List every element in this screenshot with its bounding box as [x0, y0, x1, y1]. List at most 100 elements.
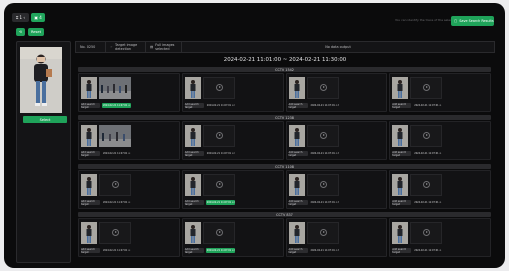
timestamp-badge: 2024-02-21 11:07:01 ⊙ 82%	[103, 152, 131, 155]
play-icon[interactable]	[112, 181, 119, 188]
section-title: CCTV 1238	[78, 115, 491, 120]
timestamp-badge: 2024-02-21 11:07:01 ⊙ 82%	[414, 249, 442, 252]
section-title: CCTV 837	[78, 212, 491, 217]
add-search-target-button[interactable]: Add search target	[184, 200, 204, 206]
play-icon[interactable]	[215, 132, 223, 139]
card-row: Add search target 2024-02-21 11:07:01 ⊙ …	[78, 121, 491, 160]
timestamp-badge: 2024-02-21 11:07:01 ⊙ 82%	[205, 248, 235, 253]
play-icon[interactable]	[319, 132, 327, 139]
view-mode-button[interactable]: ▣ 4	[31, 12, 45, 22]
grid-toggle-button[interactable]: ⌗ 1 ‹	[12, 12, 29, 22]
timestamp-badge: 2024-02-21 11:07:01 ⊙ 82%	[205, 200, 235, 205]
filter-status: No data output	[325, 45, 351, 49]
save-icon: ▢	[454, 19, 458, 23]
select-target-button[interactable]: Select	[23, 116, 67, 123]
timestamp-badge: 2024-02-21 11:07:01 ⊙ 82%	[414, 152, 442, 155]
add-search-target-button[interactable]: Add search target	[392, 248, 412, 254]
result-card[interactable]: Add search target 2024-02-21 11:07:01 ⊙ …	[181, 218, 284, 257]
add-search-target-button[interactable]: Add search target	[81, 151, 100, 157]
person-crop	[288, 222, 305, 244]
add-search-target-button[interactable]: Add search target	[392, 103, 412, 109]
sub-toolbar: ⟲ Reset	[16, 28, 44, 36]
reset-button[interactable]: Reset	[28, 28, 44, 36]
timestamp-badge: 2024-02-21 11:07:01 ⊙ 82%	[310, 201, 339, 204]
result-card[interactable]: Add search target 2024-02-21 11:07:01 ⊙ …	[285, 121, 388, 160]
person-crop	[288, 77, 305, 99]
refresh-button[interactable]: ⟲	[16, 28, 25, 36]
filter-target-image[interactable]: ☞ Target image detection	[106, 42, 146, 52]
add-search-target-button[interactable]: Add search target	[392, 200, 412, 206]
person-crop	[392, 77, 409, 99]
save-search-results-label: Save Search Results	[459, 19, 494, 23]
add-search-target-button[interactable]: Add search target	[81, 103, 100, 109]
add-search-target-button[interactable]: Add search target	[184, 151, 204, 157]
result-count: No. 0250	[76, 42, 106, 52]
result-card[interactable]: Add search target 2024-02-21 11:07:01 ⊙ …	[78, 218, 180, 257]
person-crop	[184, 125, 201, 147]
result-card[interactable]: Add search target 2024-02-21 11:07:01 ⊙ …	[181, 121, 284, 160]
section-title: CCTV 1542	[78, 67, 491, 72]
filter-full-images[interactable]: ▤ Full images selected	[146, 42, 182, 52]
result-card[interactable]: Add search target 2024-02-21 11:07:01 ⊙ …	[285, 73, 388, 112]
person-crop	[392, 174, 409, 196]
result-card[interactable]: Add search target 2024-02-21 11:07:01 ⊙ …	[285, 218, 388, 257]
result-card[interactable]: Add search target 2024-02-21 11:07:01 ⊙ …	[285, 170, 388, 209]
result-card[interactable]: Add search target 2024-02-21 11:07:01 ⊙ …	[389, 218, 491, 257]
add-search-target-button[interactable]: Add search target	[81, 248, 100, 254]
person-crop	[392, 222, 409, 244]
person-crop	[184, 222, 201, 244]
add-search-target-button[interactable]: Add search target	[288, 200, 308, 206]
result-card[interactable]: Add search target 2024-02-21 11:07:01 ⊙ …	[181, 73, 284, 112]
filter-bar: No. 0250 ☞ Target image detection ▤ Full…	[75, 41, 495, 53]
timestamp-badge: 2024-02-21 11:07:01 ⊙ 82%	[103, 201, 131, 204]
app-window: ⌗ 1 ‹ ▣ 4 You can identify the trace of …	[4, 3, 505, 268]
add-search-target-button[interactable]: Add search target	[288, 151, 308, 157]
timestamp-badge: 2024-02-21 11:07:01 ⊙ 82%	[414, 201, 442, 204]
hand-icon: ☞	[110, 45, 114, 49]
person-crop	[288, 125, 305, 147]
result-card[interactable]: Add search target 2024-02-21 11:07:01 ⊙ …	[389, 73, 491, 112]
add-search-target-button[interactable]: Add search target	[392, 151, 412, 157]
timestamp-badge: 2024-02-21 11:07:01 ⊙ 82%	[102, 103, 131, 108]
play-icon[interactable]	[319, 84, 327, 91]
scene-image	[99, 77, 131, 99]
person-crop	[81, 222, 97, 244]
add-search-target-button[interactable]: Add search target	[288, 103, 308, 109]
person-crop	[81, 125, 97, 147]
result-card[interactable]: Add search target 2024-02-21 11:07:01 ⊙ …	[78, 170, 180, 209]
play-icon[interactable]	[319, 229, 327, 236]
person-crop	[392, 125, 409, 147]
result-card[interactable]: Add search target 2024-02-21 11:07:01 ⊙ …	[389, 121, 491, 160]
add-search-target-button[interactable]: Add search target	[81, 200, 100, 206]
play-icon[interactable]	[215, 181, 223, 188]
result-card[interactable]: Add search target 2024-02-21 11:07:01 ⊙ …	[78, 121, 180, 160]
filter-full-images-label: Full images selected	[155, 43, 175, 51]
save-search-results-button[interactable]: ▢ Save Search Results	[451, 16, 494, 26]
timestamp-badge: 2024-02-21 11:07:01 ⊙ 82%	[310, 152, 339, 155]
scene-image	[99, 125, 131, 147]
person-crop	[184, 174, 201, 196]
play-icon[interactable]	[112, 229, 119, 236]
card-row: Add search target 2024-02-21 11:07:01 ⊙ …	[78, 73, 491, 112]
person-crop	[184, 77, 201, 99]
add-search-target-button[interactable]: Add search target	[288, 248, 308, 254]
result-card[interactable]: Add search target 2024-02-21 11:07:01 ⊙ …	[181, 170, 284, 209]
play-icon[interactable]	[319, 181, 327, 188]
result-card[interactable]: Add search target 2024-02-21 11:07:01 ⊙ …	[78, 73, 180, 112]
add-search-target-button[interactable]: Add search target	[184, 103, 204, 109]
play-icon[interactable]	[215, 229, 223, 236]
filter-target-image-label: Target image detection	[115, 43, 138, 51]
card-row: Add search target 2024-02-21 11:07:01 ⊙ …	[78, 218, 491, 257]
results-area: No. 0250 ☞ Target image detection ▤ Full…	[75, 41, 495, 263]
image-icon: ▤	[150, 45, 154, 49]
section-title: CCTV 1108	[78, 164, 491, 169]
target-thumbnail	[20, 47, 62, 113]
card-row: Add search target 2024-02-21 11:07:01 ⊙ …	[78, 170, 491, 209]
result-card[interactable]: Add search target 2024-02-21 11:07:01 ⊙ …	[389, 170, 491, 209]
time-range: 2024-02-21 11:01:00 ~ 2024-02-21 11:30:0…	[223, 57, 347, 63]
add-search-target-button[interactable]: Add search target	[184, 248, 204, 254]
play-icon[interactable]	[215, 84, 223, 91]
timestamp-badge: 2024-02-21 11:07:01 ⊙ 82%	[414, 104, 442, 107]
person-crop	[288, 174, 305, 196]
timestamp-badge: 2024-02-21 11:07:01 ⊙ 82%	[310, 104, 339, 107]
